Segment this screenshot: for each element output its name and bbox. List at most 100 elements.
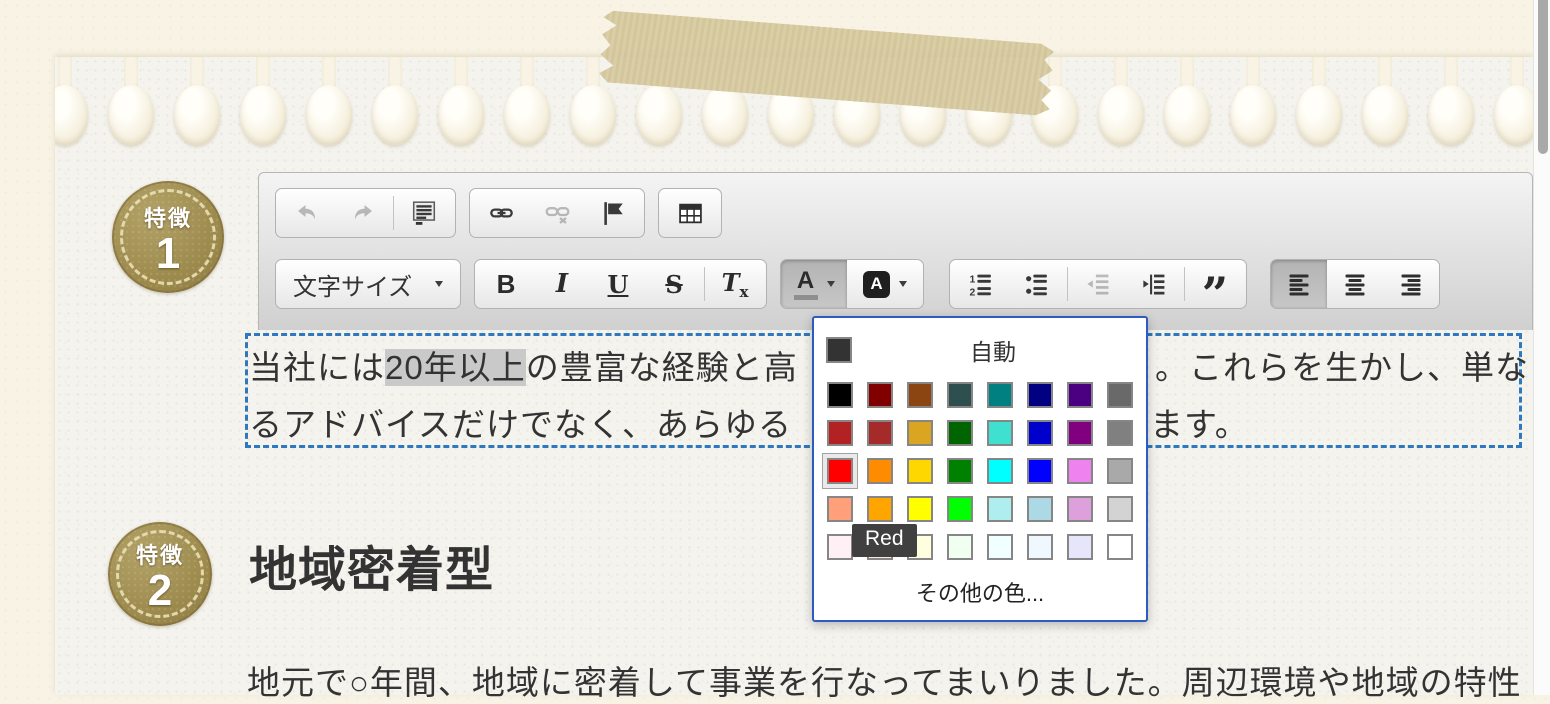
unlink-button[interactable] <box>529 191 585 235</box>
badge-number: 2 <box>148 570 172 612</box>
link-icon <box>488 201 515 225</box>
bullet-list-button[interactable] <box>1009 262 1065 306</box>
align-center-button[interactable] <box>1327 260 1383 308</box>
color-swatch[interactable] <box>1067 496 1093 522</box>
bold-button[interactable]: B <box>478 262 534 306</box>
table-icon <box>677 201 704 226</box>
font-size-group: 文字サイズ <box>275 259 461 309</box>
color-swatch[interactable] <box>827 496 853 522</box>
section-2-body: 地元で○年間、地域に密着して事業を行なってまいりました。周辺環境や地域の特性 <box>247 656 1522 704</box>
undo-button[interactable] <box>279 191 335 235</box>
bg-color-icon: A <box>863 271 890 298</box>
auto-color-row[interactable]: 自動 <box>826 333 1134 367</box>
separator <box>704 267 705 301</box>
feature-badge-1: 特徴 1 <box>112 181 224 293</box>
punch-hole <box>174 57 220 149</box>
align-center-icon <box>1343 273 1368 296</box>
color-swatch[interactable] <box>1027 496 1053 522</box>
font-size-dropdown[interactable]: 文字サイズ <box>279 262 457 306</box>
more-colors-button[interactable]: その他の色... <box>826 576 1134 608</box>
chevron-down-icon <box>827 281 835 287</box>
color-swatch[interactable] <box>987 420 1013 446</box>
color-swatch[interactable] <box>867 458 893 484</box>
color-swatch[interactable] <box>987 458 1013 484</box>
color-swatch[interactable] <box>867 382 893 408</box>
italic-button[interactable]: I <box>534 262 590 306</box>
color-swatch[interactable] <box>947 420 973 446</box>
color-swatch[interactable] <box>1067 458 1093 484</box>
color-swatch[interactable] <box>1067 382 1093 408</box>
svg-text:2: 2 <box>970 287 976 297</box>
indent-button[interactable] <box>1126 262 1182 306</box>
scrollbar-thumb[interactable] <box>1538 0 1548 154</box>
indent-icon <box>1141 272 1167 297</box>
bullet-list-icon <box>1024 272 1050 297</box>
text-color-icon: A <box>794 269 818 300</box>
editor-line-2-right: ます。 <box>1150 398 1249 446</box>
color-swatch[interactable] <box>1027 420 1053 446</box>
separator <box>1184 267 1185 301</box>
color-swatch[interactable] <box>1027 382 1053 408</box>
redo-icon <box>350 201 376 225</box>
outdent-button[interactable] <box>1070 262 1126 306</box>
color-swatch[interactable] <box>1067 534 1093 560</box>
numbered-list-button[interactable]: 12 <box>953 262 1009 306</box>
align-left-button[interactable] <box>1271 260 1327 308</box>
punch-hole <box>438 57 484 149</box>
table-button[interactable] <box>662 191 718 235</box>
color-swatch[interactable] <box>907 420 933 446</box>
auto-color-swatch[interactable] <box>826 337 852 363</box>
color-swatch[interactable] <box>1107 496 1133 522</box>
anchor-button[interactable] <box>585 191 641 235</box>
select-all-button[interactable] <box>396 191 452 235</box>
color-swatch[interactable] <box>827 420 853 446</box>
punch-hole <box>1494 57 1533 149</box>
align-right-icon <box>1399 273 1424 296</box>
punch-hole <box>1230 57 1276 149</box>
strikethrough-button[interactable]: S <box>646 262 702 306</box>
color-swatch[interactable] <box>987 382 1013 408</box>
color-swatch[interactable] <box>1107 534 1133 560</box>
link-button[interactable] <box>473 191 529 235</box>
editor-line-1-right: 。これらを生かし、単な <box>1155 341 1529 389</box>
color-swatch[interactable] <box>907 496 933 522</box>
color-swatch[interactable] <box>1107 458 1133 484</box>
bg-color-button[interactable]: A <box>847 260 923 308</box>
redo-button[interactable] <box>335 191 391 235</box>
text-color-button[interactable]: A <box>781 260 847 308</box>
color-swatch[interactable] <box>947 534 973 560</box>
color-swatch[interactable] <box>987 534 1013 560</box>
undo-icon <box>294 201 320 225</box>
color-swatch[interactable] <box>1067 420 1093 446</box>
remove-format-button[interactable]: Tx <box>707 262 763 306</box>
color-swatch[interactable] <box>827 458 853 484</box>
remove-format-icon: Tx <box>722 268 749 301</box>
color-swatch[interactable] <box>827 534 853 560</box>
color-swatch[interactable] <box>867 496 893 522</box>
chevron-down-icon <box>435 281 443 287</box>
editor-line-1: 当社には20年以上の豊富な経験と高 <box>249 341 798 389</box>
color-swatch[interactable] <box>867 420 893 446</box>
color-swatch[interactable] <box>907 382 933 408</box>
color-swatch[interactable] <box>947 496 973 522</box>
editor-toolbar: 文字サイズ B I U S Tx A A <box>258 172 1533 330</box>
color-buttons-group: A A <box>780 259 924 309</box>
color-swatch[interactable] <box>1027 534 1053 560</box>
color-swatch[interactable] <box>907 458 933 484</box>
outdent-icon <box>1085 272 1111 297</box>
align-right-button[interactable] <box>1383 260 1439 308</box>
color-swatch[interactable] <box>1107 420 1133 446</box>
table-group <box>658 188 722 238</box>
color-swatch[interactable] <box>947 458 973 484</box>
color-swatch[interactable] <box>1107 382 1133 408</box>
punch-hole <box>1428 57 1474 149</box>
color-swatch[interactable] <box>947 382 973 408</box>
scrollbar-track[interactable] <box>1533 0 1550 695</box>
color-swatch[interactable] <box>827 382 853 408</box>
punch-hole <box>55 57 88 149</box>
separator <box>1067 267 1068 301</box>
blockquote-button[interactable]: ” <box>1187 262 1243 306</box>
color-swatch[interactable] <box>987 496 1013 522</box>
underline-button[interactable]: U <box>590 262 646 306</box>
color-swatch[interactable] <box>1027 458 1053 484</box>
